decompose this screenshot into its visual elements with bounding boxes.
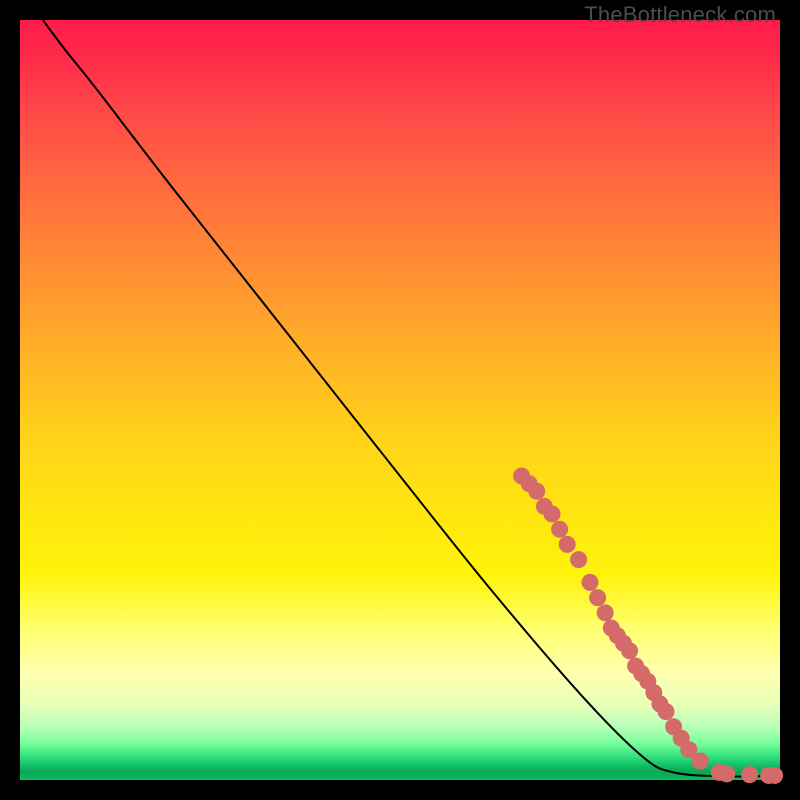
- bottleneck-curve: [43, 20, 773, 776]
- data-point: [692, 753, 709, 770]
- data-point: [658, 703, 675, 720]
- data-point: [582, 574, 599, 591]
- data-point: [589, 589, 606, 606]
- data-point: [597, 604, 614, 621]
- data-point: [528, 483, 545, 500]
- data-point: [544, 506, 561, 523]
- data-point: [570, 551, 587, 568]
- chart-svg: [20, 20, 780, 780]
- data-point: [621, 642, 638, 659]
- data-point: [551, 521, 568, 538]
- data-markers: [513, 468, 783, 784]
- data-point: [718, 765, 735, 782]
- data-point: [559, 536, 576, 553]
- data-point: [766, 767, 783, 784]
- data-point: [741, 766, 758, 783]
